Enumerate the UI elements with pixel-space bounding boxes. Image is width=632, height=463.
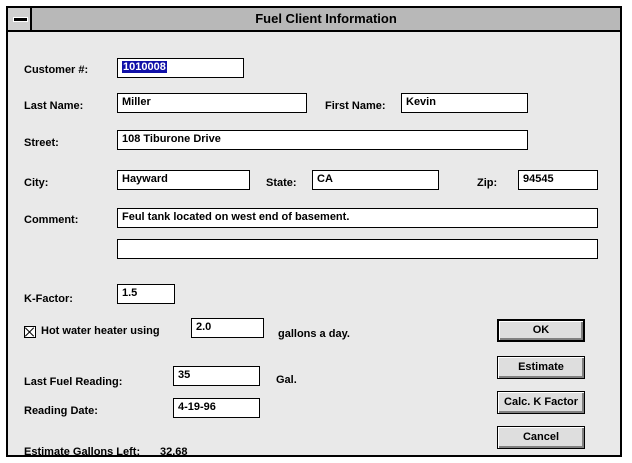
- last-name-label: Last Name:: [24, 100, 84, 112]
- reading-date-label: Reading Date:: [24, 405, 98, 417]
- reading-date-field[interactable]: 4-19-96: [173, 398, 260, 418]
- fuel-client-dialog: Fuel Client Information Customer #: 1010…: [6, 6, 622, 458]
- street-field[interactable]: 108 Tiburone Drive: [117, 130, 528, 150]
- customer-label: Customer #:: [24, 64, 89, 76]
- state-field[interactable]: CA: [312, 170, 439, 190]
- estimate-gallons-left-value: 32.68: [160, 446, 188, 458]
- calc-k-factor-button[interactable]: Calc. K Factor: [497, 391, 585, 414]
- first-name-label: First Name:: [325, 100, 386, 112]
- gallons-a-day-label: gallons a day.: [278, 328, 350, 340]
- state-label: State:: [266, 177, 297, 189]
- zip-label: Zip:: [477, 177, 498, 189]
- last-name-field[interactable]: Miller: [117, 93, 307, 113]
- system-menu-icon[interactable]: [8, 8, 32, 30]
- hot-water-gallons-field[interactable]: 2.0: [191, 318, 264, 338]
- customer-number-value: 1010008: [122, 61, 167, 73]
- estimate-gallons-left-label: Estimate Gallons Left:: [24, 446, 141, 458]
- title-bar: Fuel Client Information: [8, 8, 620, 32]
- cancel-button[interactable]: Cancel: [497, 426, 585, 449]
- comment-label: Comment:: [24, 214, 79, 226]
- comment-field-line1[interactable]: Feul tank located on west end of basemen…: [117, 208, 598, 228]
- first-name-field[interactable]: Kevin: [401, 93, 528, 113]
- last-fuel-reading-field[interactable]: 35: [173, 366, 260, 386]
- checkbox-checked-icon[interactable]: [24, 326, 36, 338]
- last-fuel-reading-label: Last Fuel Reading:: [24, 376, 123, 388]
- kfactor-field[interactable]: 1.5: [117, 284, 175, 304]
- hot-water-label: Hot water heater using: [41, 325, 160, 337]
- street-label: Street:: [24, 137, 59, 149]
- zip-field[interactable]: 94545: [518, 170, 598, 190]
- gal-unit-label: Gal.: [276, 374, 297, 386]
- kfactor-label: K-Factor:: [24, 293, 73, 305]
- estimate-button[interactable]: Estimate: [497, 356, 585, 379]
- window-title: Fuel Client Information: [255, 11, 397, 26]
- ok-button[interactable]: OK: [497, 319, 585, 342]
- form-body: Customer #: 1010008 Last Name: Miller Fi…: [8, 32, 620, 458]
- customer-number-field[interactable]: 1010008: [117, 58, 244, 78]
- comment-field-line2[interactable]: [117, 239, 598, 259]
- city-label: City:: [24, 177, 49, 189]
- city-field[interactable]: Hayward: [117, 170, 250, 190]
